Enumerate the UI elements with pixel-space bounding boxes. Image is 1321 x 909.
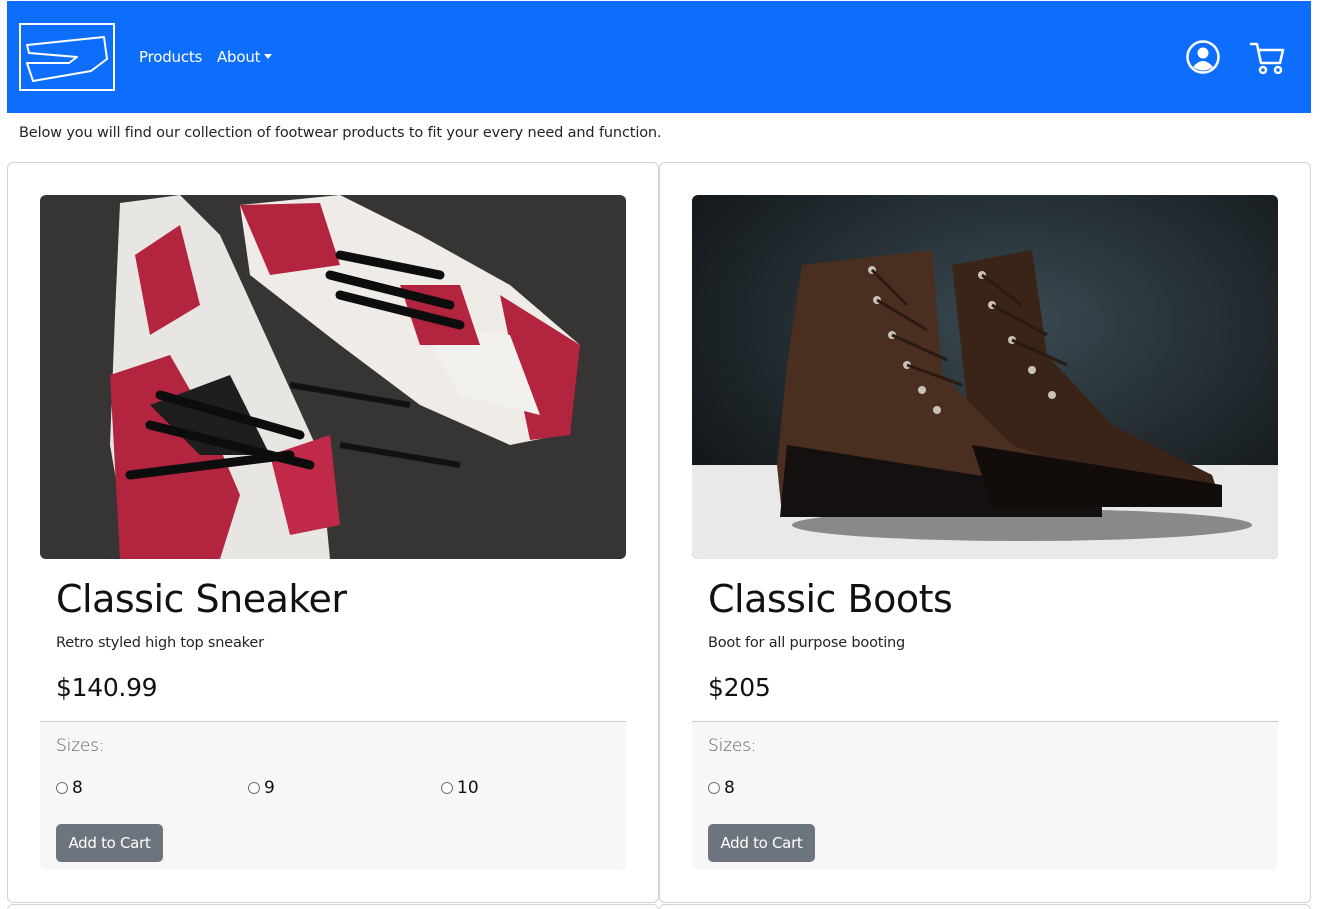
product-image-boots [692, 195, 1278, 559]
size-radio[interactable] [56, 782, 68, 794]
brand-logo[interactable] [19, 23, 115, 91]
size-label: 9 [264, 778, 275, 798]
product-price: $140.99 [56, 673, 158, 702]
product-card: Classic Sneaker Retro styled high top sn… [7, 162, 659, 903]
sneaker-photo [40, 195, 626, 559]
nav-about-dropdown[interactable]: About [217, 48, 273, 66]
size-radio[interactable] [708, 782, 720, 794]
size-radio[interactable] [441, 782, 453, 794]
product-price: $205 [708, 673, 771, 702]
boots-photo [692, 195, 1278, 559]
product-description: Boot for all purpose booting [708, 635, 906, 651]
next-product-card [7, 904, 659, 909]
intro-text: Below you will find our collection of fo… [19, 125, 662, 141]
sizes-label: Sizes: [56, 736, 105, 756]
product-card: Classic Boots Boot for all purpose booti… [659, 162, 1311, 903]
card-footer: Sizes: 8 Add to Cart [692, 721, 1278, 870]
shopping-cart-icon[interactable] [1249, 41, 1285, 75]
size-option-9[interactable]: 9 [248, 778, 275, 798]
size-label: 8 [724, 778, 735, 798]
next-product-card [659, 904, 1311, 909]
sizes-label: Sizes: [708, 736, 757, 756]
product-image-sneaker [40, 195, 626, 559]
size-option-8[interactable]: 8 [708, 778, 735, 798]
user-circle-icon[interactable] [1186, 40, 1220, 74]
navbar: Products About [7, 1, 1311, 113]
card-footer: Sizes: 8 9 10 Add to Cart [40, 721, 626, 870]
size-option-10[interactable]: 10 [441, 778, 479, 798]
product-title: Classic Sneaker [56, 577, 347, 621]
caret-down-icon [264, 54, 273, 59]
size-label: 8 [72, 778, 83, 798]
product-description: Retro styled high top sneaker [56, 635, 264, 651]
add-to-cart-button[interactable]: Add to Cart [56, 824, 163, 862]
size-label: 10 [457, 778, 479, 798]
nav-about-label: About [217, 48, 261, 66]
size-radio[interactable] [248, 782, 260, 794]
nav-products-link[interactable]: Products [139, 48, 202, 66]
size-option-8[interactable]: 8 [56, 778, 83, 798]
product-title: Classic Boots [708, 577, 953, 621]
add-to-cart-button[interactable]: Add to Cart [708, 824, 815, 862]
